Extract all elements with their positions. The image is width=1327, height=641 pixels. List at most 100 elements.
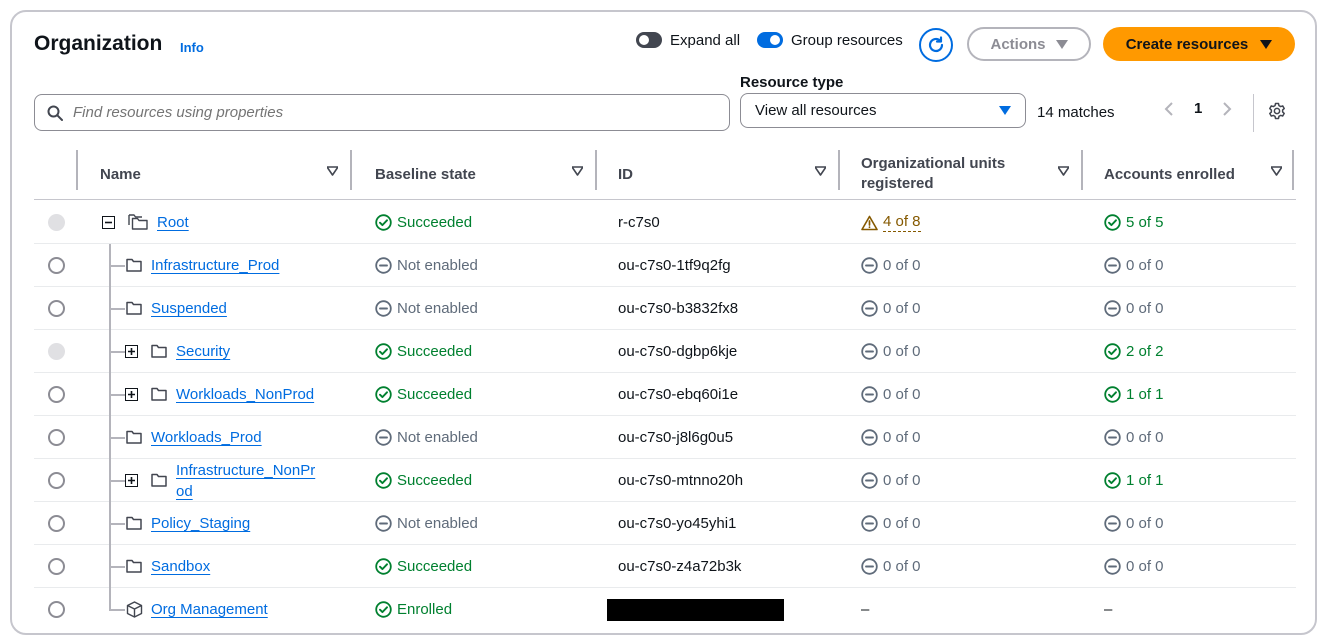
sort-caret-icon[interactable] — [327, 166, 338, 176]
settings-button[interactable] — [1268, 102, 1286, 125]
resource-name-link[interactable]: Root — [157, 214, 189, 231]
status-indicator: 0 of 0 — [861, 257, 921, 274]
tree-connector — [109, 394, 125, 396]
baseline-cell: Not enabled — [375, 502, 478, 545]
folder-icon — [126, 516, 142, 530]
folder-icon — [126, 258, 142, 272]
ous-registered-cell: – — [861, 588, 869, 631]
tree-connector — [109, 437, 125, 439]
create-resources-button[interactable]: Create resources — [1103, 27, 1295, 61]
row-select-radio[interactable] — [48, 257, 65, 274]
name-cell: Root — [157, 201, 189, 244]
status-text: 0 of 0 — [883, 343, 921, 360]
caret-down-icon — [1055, 39, 1068, 49]
create-resources-label: Create resources — [1125, 35, 1249, 53]
column-separator — [350, 150, 352, 190]
refresh-button[interactable] — [919, 28, 953, 62]
column-separator — [1081, 150, 1083, 190]
matches-count: 14 matches — [1037, 104, 1115, 121]
expand-all-switch[interactable] — [636, 32, 662, 48]
resource-id: ou-c7s0-dgbp6kje — [618, 343, 738, 360]
id-cell: ou-c7s0-1tf9q2fg — [618, 244, 731, 287]
resource-name-link[interactable]: Workloads_Prod — [151, 429, 262, 446]
folders-icon — [128, 214, 148, 230]
expand-all-toggle[interactable]: Expand all — [636, 30, 740, 50]
table-header: Name Baseline state ID Organizational un… — [34, 148, 1296, 200]
row-select-radio[interactable] — [48, 558, 65, 575]
resource-name-link[interactable]: Policy_Staging — [151, 515, 250, 532]
row-select-radio[interactable] — [48, 429, 65, 446]
ous-registered-cell: 0 of 0 — [861, 416, 921, 459]
row-select-radio[interactable] — [48, 601, 65, 618]
status-indicator: 0 of 0 — [1104, 257, 1164, 274]
status-text[interactable]: 4 of 8 — [883, 213, 921, 232]
minus-circle-icon — [861, 343, 878, 360]
column-header-accounts-enrolled[interactable]: Accounts enrolled — [1104, 148, 1294, 200]
tree-connector — [109, 566, 125, 568]
table-row: Suspended Not enabled ou-c7s0-b3832fx8 0 of… — [34, 287, 1296, 330]
status-text: Not enabled — [397, 257, 478, 274]
status-text: 0 of 0 — [883, 515, 921, 532]
resource-name-link[interactable]: Infrastructure_Prod — [151, 257, 279, 274]
collapse-icon[interactable] — [102, 216, 115, 229]
accounts-enrolled-cell: 1 of 1 — [1104, 459, 1164, 502]
search-input[interactable] — [73, 104, 693, 121]
sort-caret-icon[interactable] — [815, 166, 826, 176]
status-indicator: Succeeded — [375, 386, 472, 403]
accounts-enrolled-cell: 1 of 1 — [1104, 373, 1164, 416]
chevron-left-icon[interactable] — [1164, 101, 1174, 117]
row-select-radio[interactable] — [48, 300, 65, 317]
column-header-name[interactable]: Name — [100, 148, 350, 200]
row-select-radio[interactable] — [48, 386, 65, 403]
caret-down-icon — [999, 106, 1011, 115]
group-resources-toggle[interactable]: Group resources — [757, 30, 903, 50]
table-row: Policy_Staging Not enabled ou-c7s0-yo45yhi… — [34, 502, 1296, 545]
column-header-baseline-state[interactable]: Baseline state — [375, 148, 595, 200]
page-number[interactable]: 1 — [1194, 100, 1202, 117]
chevron-right-icon[interactable] — [1222, 101, 1232, 117]
minus-circle-icon — [1104, 515, 1121, 532]
actions-button[interactable]: Actions — [967, 27, 1091, 61]
folder-icon — [151, 344, 167, 358]
status-indicator: Succeeded — [375, 214, 472, 231]
column-header-id[interactable]: ID — [618, 148, 838, 200]
sort-caret-icon[interactable] — [1058, 166, 1069, 176]
column-header-ous-registered[interactable]: Organizational units registered — [861, 148, 1081, 200]
search-field[interactable] — [34, 94, 730, 131]
status-text: 0 of 0 — [883, 386, 921, 403]
resource-name-link[interactable]: Security — [176, 343, 230, 360]
check-circle-icon — [375, 558, 392, 575]
status-text: Not enabled — [397, 300, 478, 317]
check-circle-icon — [1104, 343, 1121, 360]
resource-name-link[interactable]: Sandbox — [151, 558, 210, 575]
minus-circle-icon — [861, 300, 878, 317]
name-cell: Policy_Staging — [151, 502, 250, 545]
tree-connector — [109, 588, 111, 610]
row-select-radio[interactable] — [48, 515, 65, 532]
empty-value: – — [861, 601, 870, 618]
table-row: Root Succeeded r-c7s0 4 of 8 5 of 5 — [34, 201, 1296, 244]
minus-circle-icon — [861, 472, 878, 489]
baseline-cell: Succeeded — [375, 330, 472, 373]
table-row: Infrastructure_NonPr od Succeeded ou-c7s0-… — [34, 459, 1296, 502]
group-resources-switch[interactable] — [757, 32, 783, 48]
info-link[interactable]: Info — [180, 40, 204, 55]
resource-name-link[interactable]: Infrastructure_NonPr od — [176, 460, 328, 502]
expand-icon[interactable] — [125, 474, 138, 487]
expand-icon[interactable] — [125, 345, 138, 358]
row-select-radio[interactable] — [48, 472, 65, 489]
resource-type-select[interactable]: View all resources — [740, 93, 1026, 128]
expand-icon[interactable] — [125, 388, 138, 401]
resource-id: ou-c7s0-b3832fx8 — [618, 300, 739, 317]
accounts-enrolled-cell: 0 of 0 — [1104, 287, 1164, 330]
minus-circle-icon — [861, 429, 878, 446]
pagination: 1 — [1164, 100, 1232, 117]
resource-name-link[interactable]: Suspended — [151, 300, 227, 317]
minus-circle-icon — [375, 300, 392, 317]
resource-name-link[interactable]: Org Management — [151, 601, 268, 618]
sort-caret-icon[interactable] — [572, 166, 583, 176]
status-indicator: 0 of 0 — [861, 429, 921, 446]
folder-icon — [151, 387, 167, 401]
sort-caret-icon[interactable] — [1271, 166, 1282, 176]
resource-name-link[interactable]: Workloads_NonProd — [176, 386, 314, 403]
